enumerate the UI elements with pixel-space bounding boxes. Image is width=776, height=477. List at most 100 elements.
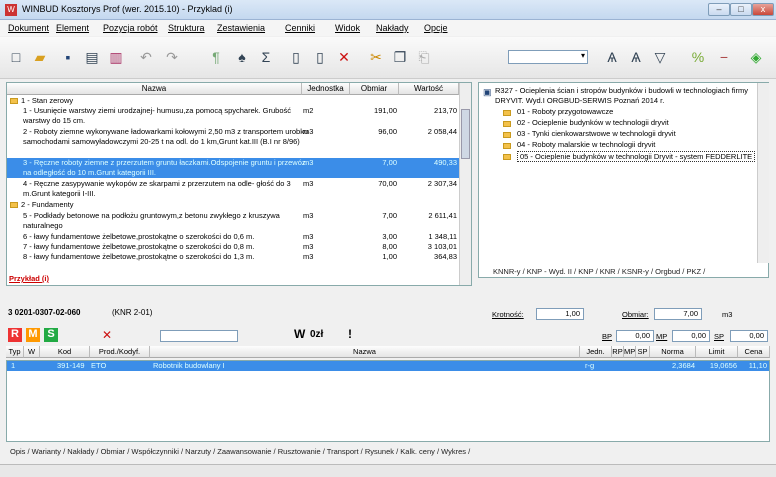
col-jednostka[interactable]: Jednostka bbox=[302, 83, 350, 95]
print-icon[interactable]: ▤ bbox=[82, 47, 102, 67]
structure-icon[interactable]: ♠ bbox=[232, 47, 252, 67]
col-w[interactable]: W bbox=[24, 346, 40, 358]
book-icon: ▣ bbox=[483, 87, 492, 97]
open-icon[interactable]: ▰ bbox=[30, 47, 50, 67]
col-nazwa[interactable]: Nazwa bbox=[7, 83, 302, 95]
r-button[interactable]: R bbox=[8, 328, 22, 342]
table-row[interactable]: 6 - ławy fundamentowe żelbetowe,prostoką… bbox=[7, 232, 459, 242]
grid-scrollbar[interactable] bbox=[459, 83, 471, 285]
undo-icon[interactable]: ↶ bbox=[136, 47, 156, 67]
new-icon[interactable]: □ bbox=[6, 47, 26, 67]
bp-label: BP bbox=[602, 332, 613, 341]
resource-grid: 1 391-149 ETO Robotnik budowlany I r-g 2… bbox=[6, 360, 770, 442]
catalog-item[interactable]: 01 - Roboty przygotowawcze bbox=[517, 107, 613, 116]
col-sp[interactable]: SP bbox=[636, 346, 650, 358]
catalog-item[interactable]: 02 - Ocieplenie budynków w technologii d… bbox=[517, 118, 669, 127]
sp-field[interactable]: 0,00 bbox=[730, 330, 768, 342]
tab-przyklad[interactable]: Przykład (i) bbox=[9, 274, 49, 283]
app-logo-icon: W bbox=[5, 4, 17, 16]
insert2-icon[interactable]: ▯ bbox=[310, 47, 330, 67]
catalog-item-selected[interactable]: 05 - Ocieplenie budynków w technologii D… bbox=[517, 151, 756, 162]
menu-struktura[interactable]: Struktura bbox=[168, 23, 205, 33]
col-wartosc[interactable]: Wartość bbox=[399, 83, 459, 95]
col-rp[interactable]: RP bbox=[612, 346, 624, 358]
find-icon[interactable]: Ѧ bbox=[602, 47, 622, 67]
menu-opcje[interactable]: Opcje bbox=[424, 23, 448, 33]
catalog-scrollbar[interactable] bbox=[757, 83, 769, 263]
cut-icon[interactable]: ✂ bbox=[366, 47, 386, 67]
maximize-button[interactable]: □ bbox=[730, 3, 752, 16]
m-button[interactable]: M bbox=[26, 328, 40, 342]
save-icon[interactable]: ▪ bbox=[58, 47, 78, 67]
preview-icon[interactable]: ▥ bbox=[106, 47, 126, 67]
col-cena[interactable]: Cena bbox=[738, 346, 770, 358]
w-button[interactable]: W bbox=[294, 327, 305, 341]
bang-button[interactable]: ! bbox=[348, 327, 352, 341]
sum-icon[interactable]: Σ bbox=[256, 47, 276, 67]
copy-icon[interactable]: ❐ bbox=[390, 47, 410, 67]
bottom-tabs[interactable]: Opis / Warianty / Nakłady / Obmiar / Wsp… bbox=[10, 447, 470, 456]
cost-estimate-grid: Nazwa Jednostka Obmiar Wartość 1 - Stan … bbox=[6, 82, 472, 286]
col-nazwa-lower[interactable]: Nazwa bbox=[150, 346, 580, 358]
menu-cenniki[interactable]: Cenniki bbox=[285, 23, 315, 33]
minus-icon[interactable]: − bbox=[714, 47, 734, 67]
menu-element[interactable]: Element bbox=[56, 23, 89, 33]
table-row[interactable]: 4 - Ręczne zasypywanie wykopów ze skarpa… bbox=[7, 179, 459, 199]
menu-pozycja[interactable]: Pozycja robót bbox=[103, 23, 158, 33]
table-row[interactable]: 2 - Roboty ziemne wykonywane ładowarkami… bbox=[7, 127, 459, 157]
menu-widok[interactable]: Widok bbox=[335, 23, 360, 33]
paste-icon[interactable]: ⎗ bbox=[414, 47, 434, 67]
s-button[interactable]: S bbox=[44, 328, 58, 342]
delete-icon[interactable]: ✕ bbox=[334, 47, 354, 67]
catalog-tabs[interactable]: KNNR-y / KNP - Wyd. II / KNP / KNR / KSN… bbox=[493, 267, 705, 276]
app-window: W WINBUD Kosztorys Prof (wer. 2015.10) -… bbox=[0, 0, 776, 477]
col-typ[interactable]: Typ bbox=[6, 346, 24, 358]
catalog-panel: ▣ R327 - Ocieplenia ścian i stropów budy… bbox=[478, 82, 769, 278]
bp-field[interactable]: 0,00 bbox=[616, 330, 654, 342]
resource-search[interactable] bbox=[160, 330, 238, 342]
unit-label: m3 bbox=[722, 310, 733, 319]
col-jedn[interactable]: Jedn. bbox=[580, 346, 612, 358]
find-next-icon[interactable]: Ѧ bbox=[626, 47, 646, 67]
percent-icon[interactable]: % bbox=[688, 47, 708, 67]
title-bar: W WINBUD Kosztorys Prof (wer. 2015.10) -… bbox=[0, 0, 776, 20]
sp-label: SP bbox=[714, 332, 725, 341]
menu-naklady[interactable]: Nakłady bbox=[376, 23, 409, 33]
delete-resource-icon[interactable]: ✕ bbox=[102, 328, 112, 342]
col-mp[interactable]: MP bbox=[624, 346, 636, 358]
catalog-icon[interactable]: ¶ bbox=[206, 47, 226, 67]
table-row[interactable]: 7 - ławy fundamentowe żelbetowe,prostoką… bbox=[7, 242, 459, 252]
search-combo[interactable]: ▾ bbox=[508, 50, 588, 64]
zl-button[interactable]: 0zł bbox=[310, 329, 323, 340]
table-row[interactable]: 8 - ławy fundamentowe żelbetowe,prostoką… bbox=[7, 252, 459, 262]
catalog-item[interactable]: 03 - Tynki cienkowarstwowe w technologii… bbox=[517, 129, 676, 138]
table-row[interactable]: 2 - Fundamenty bbox=[7, 200, 459, 210]
position-code: 3 0201-0307-02-060 bbox=[8, 308, 81, 317]
redo-icon[interactable]: ↷ bbox=[162, 47, 182, 67]
col-kod[interactable]: Kod bbox=[40, 346, 90, 358]
table-row-selected[interactable]: 1 391-149 ETO Robotnik budowlany I r-g 2… bbox=[7, 361, 769, 371]
table-row[interactable]: 1 - Usunięcie warstwy ziemi urodzajnej- … bbox=[7, 106, 459, 126]
col-obmiar[interactable]: Obmiar bbox=[350, 83, 399, 95]
catalog-title[interactable]: R327 - Ocieplenia ścian i stropów budynk… bbox=[495, 86, 753, 106]
menu-dokument[interactable]: Dokument bbox=[8, 23, 49, 33]
mp-field[interactable]: 0,00 bbox=[672, 330, 710, 342]
minimize-button[interactable]: – bbox=[708, 3, 730, 16]
table-row-selected[interactable]: 3 - Ręczne roboty ziemne z przerzutem gr… bbox=[7, 158, 459, 178]
col-limit[interactable]: Limit bbox=[696, 346, 738, 358]
menu-zestawienia[interactable]: Zestawienia bbox=[217, 23, 265, 33]
col-norma[interactable]: Norma bbox=[650, 346, 696, 358]
toolbar: □ ▰ ▪ ▤ ▥ ↶ ↷ ¶ ♠ Σ ▯ ▯ ✕ ✂ ❐ ⎗ ▾ Ѧ Ѧ ▽ … bbox=[0, 37, 776, 79]
obmiar-field[interactable]: 7,00 bbox=[654, 308, 702, 320]
table-row[interactable]: 5 - Podkłady betonowe na podłożu gruntow… bbox=[7, 211, 459, 231]
table-row[interactable]: 1 - Stan zerowy bbox=[7, 96, 459, 106]
close-button[interactable]: x bbox=[752, 3, 774, 16]
col-prod[interactable]: Prod./Kodyf. bbox=[90, 346, 150, 358]
krotnosc-field[interactable]: 1,00 bbox=[536, 308, 584, 320]
krotnosc-label: Krotność: bbox=[492, 310, 524, 319]
catalog-item[interactable]: 04 - Roboty malarskie w technologii dryv… bbox=[517, 140, 655, 149]
exit-icon[interactable]: ◈ bbox=[746, 47, 766, 67]
window-title: WINBUD Kosztorys Prof (wer. 2015.10) - P… bbox=[22, 4, 233, 14]
insert-icon[interactable]: ▯ bbox=[286, 47, 306, 67]
filter-icon[interactable]: ▽ bbox=[650, 47, 670, 67]
